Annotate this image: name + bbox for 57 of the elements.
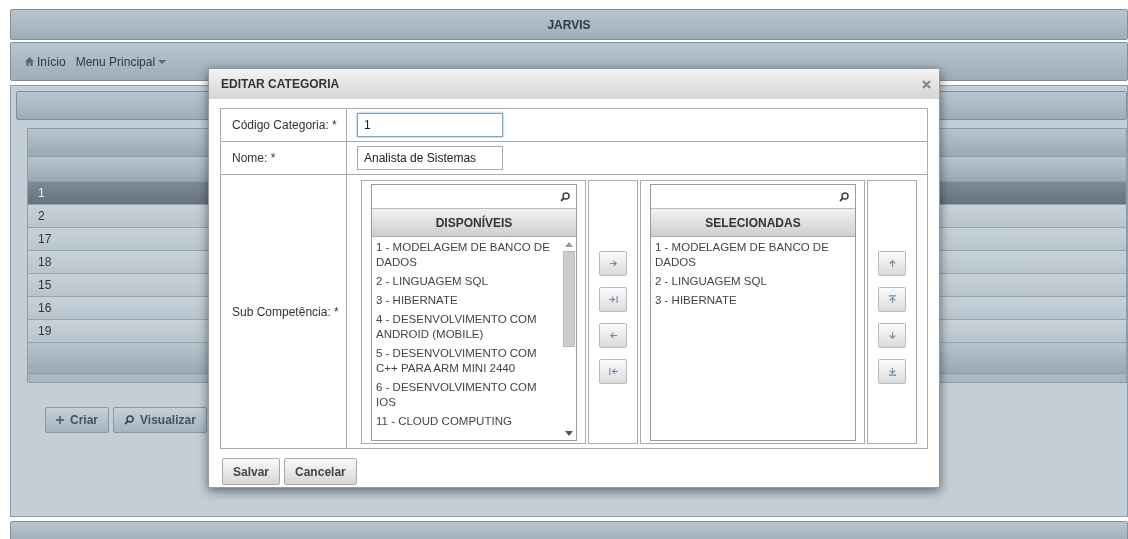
field-label: Sub Competência: * (232, 304, 339, 319)
scroll-down-icon[interactable] (565, 430, 573, 436)
transfer-button[interactable] (599, 287, 627, 312)
order-button[interactable] (878, 251, 906, 276)
app-title: JARVIS (547, 17, 591, 32)
up-arrow-bar-icon (887, 295, 897, 304)
home-link[interactable]: Início (25, 54, 66, 69)
field-label: Nome: * (232, 151, 276, 165)
text-field[interactable]: 1 (357, 113, 503, 137)
transfer-button[interactable] (599, 251, 627, 276)
menu-item[interactable]: Menu Principal (75, 54, 167, 69)
dialog-title: EDITAR CATEGORIA (221, 77, 340, 91)
close-button[interactable] (922, 79, 931, 89)
list-item[interactable]: 11 - CLOUD COMPUTING (376, 414, 552, 429)
table-cell: 19 (38, 324, 52, 338)
list-item[interactable]: 3 - HIBERNATE (376, 293, 552, 308)
table-cell: 1 (38, 186, 45, 200)
down-arrow-bar-icon (887, 367, 897, 376)
transfer-button[interactable] (599, 359, 627, 384)
view-button[interactable]: Visualizar (113, 407, 207, 433)
table-cell: 2 (38, 209, 45, 223)
up-arrow-icon (887, 259, 897, 268)
right-arrow-bar-icon (608, 295, 618, 304)
cancel-button[interactable]: Cancelar (284, 458, 357, 485)
search-icon (560, 191, 570, 202)
list-item[interactable]: 1 - MODELAGEM DE BANCO DE DADOS (655, 240, 845, 270)
order-button[interactable] (878, 287, 906, 312)
list-header: SELECIONADAS (651, 209, 855, 237)
left-arrow-bar-icon (608, 367, 618, 376)
list-item[interactable]: 5 - DESENVOLVIMENTO COM C++ PARA ARM MINI 2440 (376, 346, 552, 376)
field-label: Código Categoria: * (232, 118, 337, 132)
list-item[interactable]: 2 - LINGUAGEM SQL (376, 274, 552, 289)
order-button[interactable] (878, 323, 906, 348)
down-arrow-icon (887, 331, 897, 340)
list-item[interactable]: 1 - MODELAGEM DE BANCO DE DADOS (376, 240, 552, 270)
search-icon (124, 415, 134, 425)
list-item[interactable]: 3 - HIBERNATE (655, 293, 845, 308)
list-item[interactable]: 4 - DESENVOLVIMENTO COM ANDROID (MOBILE) (376, 312, 552, 342)
create-button[interactable]: Criar (45, 407, 109, 433)
list-header: DISPONÍVEIS (372, 209, 576, 237)
scroll-up-icon[interactable] (565, 241, 573, 247)
list-item[interactable]: 6 - DESENVOLVIMENTO COM IOS (376, 380, 552, 410)
table-cell: 18 (38, 255, 52, 269)
transfer-button[interactable] (599, 323, 627, 348)
plus-icon (56, 416, 64, 424)
search-icon (839, 191, 849, 202)
table-cell: 15 (38, 278, 52, 292)
right-arrow-icon (608, 259, 618, 268)
order-button[interactable] (878, 359, 906, 384)
table-cell: 17 (38, 232, 52, 246)
list-item[interactable]: 2 - LINGUAGEM SQL (655, 274, 845, 289)
save-button[interactable]: Salvar (222, 458, 281, 485)
home-icon (25, 57, 34, 66)
text-field[interactable]: Analista de Sistemas (357, 146, 503, 170)
caret-icon (158, 59, 167, 64)
left-arrow-icon (608, 331, 618, 340)
table-cell: 16 (38, 301, 52, 315)
